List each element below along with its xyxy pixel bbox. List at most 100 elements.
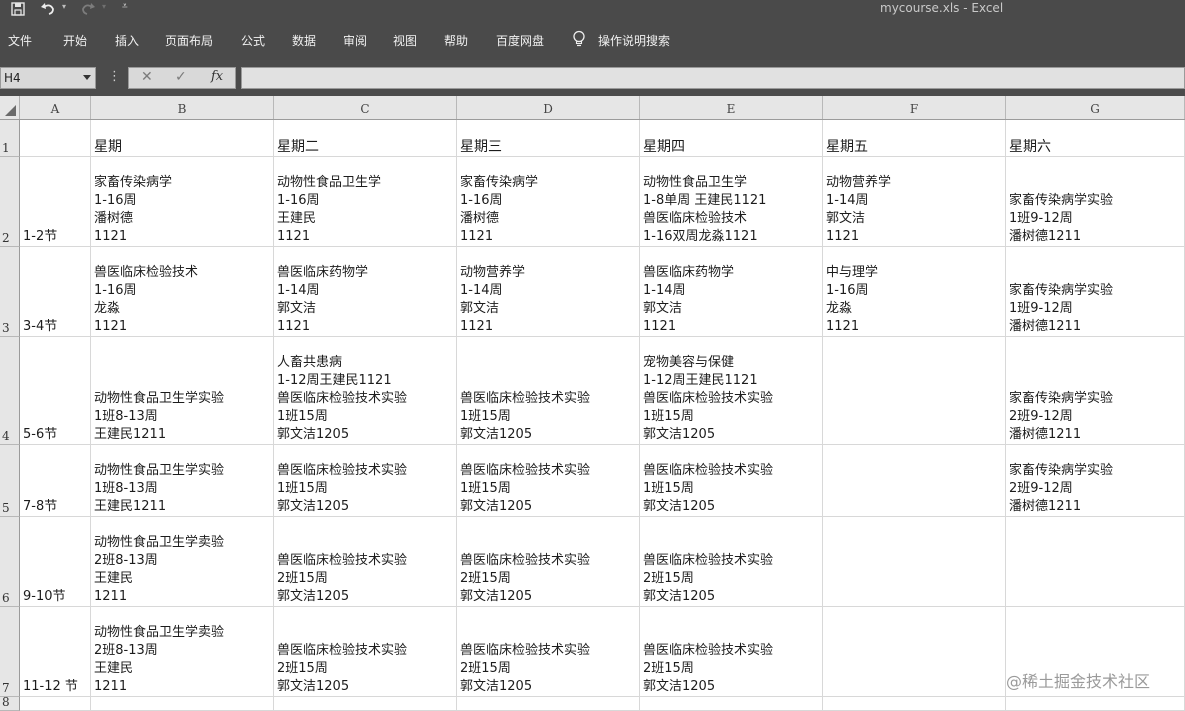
undo-icon[interactable] (38, 0, 58, 18)
cell-f3[interactable]: 中与理学 1-16周 龙淼 1121 (823, 247, 1006, 337)
cell-text: 兽医临床药物学 1-14周 郭文洁 1121 (643, 265, 735, 334)
cell-f8[interactable] (823, 697, 1006, 711)
name-box[interactable]: H4 (0, 67, 96, 89)
cell-d7[interactable]: 兽医临床检验技术实验 2班15周 郭文洁1205 (457, 607, 640, 697)
cell-c6[interactable]: 兽医临床检验技术实验 2班15周 郭文洁1205 (274, 517, 457, 607)
cell-a2[interactable]: 1-2节 (20, 157, 91, 247)
cell-e2[interactable]: 动物性食品卫生学 1-8单周 王建民1121 兽医临床检验技术 1-16双周龙淼… (640, 157, 823, 247)
cell-e6[interactable]: 兽医临床检验技术实验 2班15周 郭文洁1205 (640, 517, 823, 607)
cell-e1[interactable]: 星期四 (640, 120, 823, 157)
tab-view[interactable]: 视图 (393, 32, 417, 49)
cell-g2[interactable]: 家畜传染病学实验 1班9-12周 潘树德1211 (1006, 157, 1185, 247)
cell-c5[interactable]: 兽医临床检验技术实验 1班15周 郭文洁1205 (274, 445, 457, 517)
cell-a4[interactable]: 5-6节 (20, 337, 91, 445)
column-header-f[interactable]: F (823, 96, 1006, 119)
cell-f6[interactable] (823, 517, 1006, 607)
cell-g8[interactable] (1006, 697, 1185, 711)
cell-c2[interactable]: 动物性食品卫生学 1-16周 王建民 1121 (274, 157, 457, 247)
row-header-8[interactable]: 8 (0, 695, 20, 711)
tab-page-layout[interactable]: 页面布局 (165, 32, 213, 49)
tab-data[interactable]: 数据 (292, 32, 316, 49)
column-header-a[interactable]: A (20, 96, 91, 119)
tab-review[interactable]: 审阅 (343, 32, 367, 49)
cell-b6[interactable]: 动物性食品卫生学卖验 2班8-13周 王建民 1211 (91, 517, 274, 607)
cell-b2[interactable]: 家畜传染病学 1-16周 潘树德 1121 (91, 157, 274, 247)
customize-qat-icon[interactable]: ⩡ (122, 1, 128, 12)
cell-b4[interactable]: 动物性食品卫生学实验 1班8-13周 王建民1211 (91, 337, 274, 445)
cell-c3[interactable]: 兽医临床药物学 1-14周 郭文洁 1121 (274, 247, 457, 337)
cell-g4[interactable]: 家畜传染病学实验 2班9-12周 潘树德1211 (1006, 337, 1185, 445)
lightbulb-icon[interactable] (572, 30, 586, 48)
cancel-icon[interactable]: ✕ (141, 69, 153, 85)
tab-insert[interactable]: 插入 (115, 32, 139, 49)
redo-icon[interactable] (78, 0, 98, 18)
enter-icon[interactable]: ✓ (175, 69, 187, 85)
cell-c7[interactable]: 兽医临床检验技术实验 2班15周 郭文洁1205 (274, 607, 457, 697)
name-box-dropdown-icon[interactable] (83, 75, 91, 80)
cell-a6[interactable]: 9-10节 (20, 517, 91, 607)
cell-text: 9-10节 (23, 589, 66, 604)
cell-a1[interactable] (20, 120, 91, 157)
undo-dropdown-icon[interactable]: ▾ (62, 2, 66, 11)
tab-help[interactable]: 帮助 (444, 32, 468, 49)
cell-c1[interactable]: 星期二 (274, 120, 457, 157)
row-header-4[interactable]: 4 (0, 337, 20, 445)
row-header-1[interactable]: 1 (0, 120, 20, 157)
cell-a5[interactable]: 7-8节 (20, 445, 91, 517)
tab-home[interactable]: 开始 (63, 32, 87, 49)
cell-e5[interactable]: 兽医临床检验技术实验 1班15周 郭文洁1205 (640, 445, 823, 517)
cell-e8[interactable] (640, 697, 823, 711)
cell-d1[interactable]: 星期三 (457, 120, 640, 157)
cell-g5[interactable]: 家畜传染病学实验 2班9-12周 潘树德1211 (1006, 445, 1185, 517)
insert-function-icon[interactable]: fx (211, 69, 223, 84)
cell-text: 兽医临床检验技术实验 2班15周 郭文洁1205 (643, 553, 774, 604)
save-icon[interactable] (8, 0, 28, 18)
cell-f5[interactable] (823, 445, 1006, 517)
cell-d2[interactable]: 家畜传染病学 1-16周 潘树德 1121 (457, 157, 640, 247)
column-header-d[interactable]: D (457, 96, 640, 119)
cell-d5[interactable]: 兽医临床检验技术实验 1班15周 郭文洁1205 (457, 445, 640, 517)
column-header-e[interactable]: E (640, 96, 823, 119)
cell-g3[interactable]: 家畜传染病学实验 1班9-12周 潘树德1211 (1006, 247, 1185, 337)
cell-e3[interactable]: 兽医临床药物学 1-14周 郭文洁 1121 (640, 247, 823, 337)
cell-f1[interactable]: 星期五 (823, 120, 1006, 157)
cell-f2[interactable]: 动物营养学 1-14周 郭文洁 1121 (823, 157, 1006, 247)
row-header-7[interactable]: 7 (0, 607, 20, 697)
row-header-2[interactable]: 2 (0, 157, 20, 247)
cell-e7[interactable]: 兽医临床检验技术实验 2班15周 郭文洁1205 (640, 607, 823, 697)
column-header-g[interactable]: G (1006, 96, 1185, 119)
row-header-5[interactable]: 5 (0, 445, 20, 517)
cell-f4[interactable] (823, 337, 1006, 445)
tab-formulas[interactable]: 公式 (241, 32, 265, 49)
row-header-3[interactable]: 3 (0, 247, 20, 337)
column-header-b[interactable]: B (91, 96, 274, 119)
row-header-6[interactable]: 6 (0, 517, 20, 607)
cell-a7[interactable]: 11-12 节 (20, 607, 91, 697)
select-all-button[interactable] (0, 96, 20, 119)
cell-b8[interactable] (91, 697, 274, 711)
cell-b3[interactable]: 兽医临床检验技术 1-16周 龙淼 1121 (91, 247, 274, 337)
column-header-c[interactable]: C (274, 96, 457, 119)
cell-b7[interactable]: 动物性食品卫生学卖验 2班8-13周 王建民 1211 (91, 607, 274, 697)
cell-b1[interactable]: 星期 (91, 120, 274, 157)
cell-d3[interactable]: 动物营养学 1-14周 郭文洁 1121 (457, 247, 640, 337)
tell-me-search[interactable]: 操作说明搜索 (598, 32, 670, 49)
cell-d6[interactable]: 兽医临床检验技术实验 2班15周 郭文洁1205 (457, 517, 640, 607)
cell-d8[interactable] (457, 697, 640, 711)
formula-bar-grip-icon[interactable]: ⋮ (108, 69, 121, 84)
tab-baidu-netdisk[interactable]: 百度网盘 (496, 32, 544, 49)
formula-input[interactable] (241, 67, 1185, 89)
cell-b5[interactable]: 动物性食品卫生学实验 1班8-13周 王建民1211 (91, 445, 274, 517)
cell-g6[interactable] (1006, 517, 1185, 607)
cell-f7[interactable] (823, 607, 1006, 697)
cell-g1[interactable]: 星期六 (1006, 120, 1185, 157)
tab-file[interactable]: 文件 (8, 32, 32, 49)
cell-e4[interactable]: 宠物美容与保健 1-12周王建民1121 兽医临床检验技术实验 1班15周 郭文… (640, 337, 823, 445)
redo-dropdown-icon[interactable]: ▾ (102, 2, 106, 11)
cell-text: 人畜共患病 1-12周王建民1121 兽医临床检验技术实验 1班15周 郭文洁1… (277, 355, 408, 442)
cell-a3[interactable]: 3-4节 (20, 247, 91, 337)
cell-c8[interactable] (274, 697, 457, 711)
cell-a8[interactable] (20, 697, 91, 711)
cell-c4[interactable]: 人畜共患病 1-12周王建民1121 兽医临床检验技术实验 1班15周 郭文洁1… (274, 337, 457, 445)
cell-d4[interactable]: 兽医临床检验技术实验 1班15周 郭文洁1205 (457, 337, 640, 445)
